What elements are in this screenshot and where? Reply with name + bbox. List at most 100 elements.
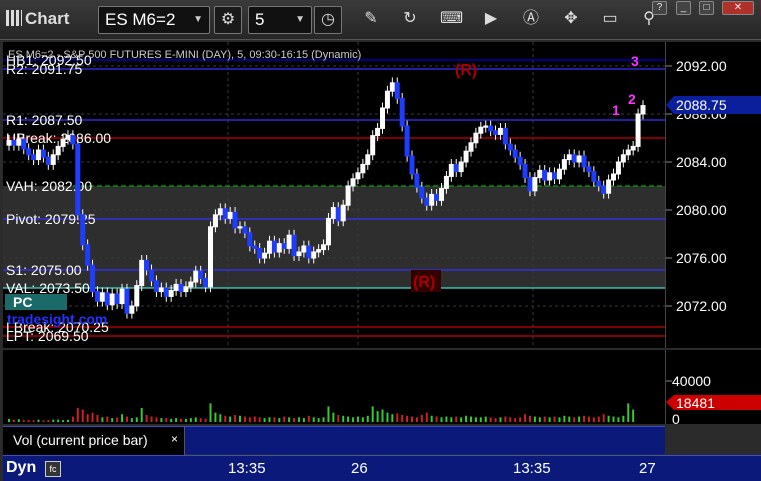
time-axis[interactable]: Dyn fc 13:35 26 13:35 27	[3, 455, 761, 481]
candle-up	[16, 138, 22, 146]
volume-axis-svg: 40000 0 18481	[666, 373, 761, 427]
candle-up	[448, 163, 454, 177]
candle-down	[232, 211, 238, 229]
alert-icon[interactable]: Ⓐ	[520, 8, 542, 30]
volume-bar	[347, 416, 350, 422]
volume-bar	[229, 416, 232, 422]
r-marker: (R)	[455, 62, 477, 79]
clock-icon: ◷	[321, 11, 335, 28]
price-axis[interactable]: 2092.002088.002084.002080.002076.002072.…	[665, 42, 761, 348]
volume-bar	[602, 414, 605, 422]
volume-bar	[248, 417, 251, 422]
volume-bar	[234, 415, 237, 422]
volume-bar	[258, 417, 261, 422]
interval-settings-button[interactable]: ⚙	[214, 6, 242, 34]
close-icon[interactable]: ×	[171, 426, 178, 452]
volume-axis[interactable]: 40000 0 18481	[665, 350, 761, 427]
candle-up	[321, 244, 327, 251]
volume-bar	[96, 415, 99, 422]
candle-up	[576, 155, 582, 163]
r-marker-2: (R)	[413, 274, 435, 291]
play-icon[interactable]: ▶	[480, 8, 502, 30]
candle-up	[497, 127, 503, 135]
volume-bar	[155, 417, 158, 422]
dyn-settings-icon[interactable]: fc	[45, 461, 61, 477]
candle-down	[153, 280, 159, 293]
candle-up	[139, 259, 145, 287]
candle-down	[45, 156, 51, 165]
pc-label: PC	[13, 294, 32, 310]
candle-down	[257, 247, 263, 259]
candle-up	[429, 193, 435, 206]
candle-up	[340, 204, 346, 222]
volume-bar	[573, 417, 576, 422]
candle-down	[424, 197, 430, 206]
volume-bar	[484, 416, 487, 422]
volume-bar	[504, 416, 507, 422]
volume-bar	[371, 406, 374, 422]
chat-icon[interactable]: ▭	[599, 8, 621, 30]
candle-down	[247, 232, 253, 247]
candle-down	[80, 214, 86, 246]
pencil-icon[interactable]: ✎	[360, 8, 382, 30]
volume-bar	[199, 418, 202, 422]
volume-chart-svg	[8, 403, 635, 422]
volume-bar	[386, 412, 389, 422]
current-price-label: 2088.75	[676, 97, 727, 113]
close-button[interactable]: ✕	[722, 1, 754, 15]
tools-icon[interactable]: ✥	[560, 8, 582, 30]
volume-bar	[111, 418, 114, 422]
candle-up	[537, 169, 543, 179]
chart-bars-icon	[6, 10, 22, 26]
volume-bar	[224, 415, 227, 422]
volume-bar	[76, 408, 79, 422]
volume-bar	[268, 417, 271, 422]
candle-down	[552, 172, 558, 180]
candle-down	[242, 226, 248, 234]
candle-down	[291, 234, 297, 257]
maximize-button[interactable]: □	[699, 1, 714, 15]
volume-bar	[302, 418, 305, 422]
volume-chart[interactable]	[3, 350, 665, 424]
candle-down	[21, 138, 27, 150]
volume-legend-bar: Vol (current price bar) ×	[3, 426, 665, 455]
candle-down	[581, 155, 587, 168]
symbol-dropdown[interactable]: ES M6=2 ▼	[98, 6, 210, 34]
volume-bar	[597, 416, 600, 422]
minimize-icon: _	[680, 2, 687, 13]
candle-down	[11, 139, 17, 146]
candle-up	[129, 305, 135, 314]
volume-bar	[62, 420, 65, 422]
help-button[interactable]: ?	[652, 1, 667, 15]
candle-up	[50, 154, 56, 165]
candle-down	[252, 245, 258, 249]
time-button[interactable]: ◷	[314, 6, 342, 34]
volume-bar	[563, 415, 566, 422]
candle-up	[183, 286, 189, 293]
volume-bar	[81, 409, 84, 422]
candle-up	[262, 252, 268, 259]
volume-legend-tab[interactable]: Vol (current price bar) ×	[3, 427, 185, 455]
candle-up	[556, 168, 562, 180]
candle-down	[335, 207, 341, 222]
help-icon: ?	[656, 2, 663, 13]
volume-bar	[415, 417, 418, 422]
chart-title: ES M6=2 - S&P 500 FUTURES E-MINI (DAY), …	[8, 49, 361, 61]
volume-bar	[332, 412, 335, 422]
candle-up	[286, 234, 292, 249]
price-chart[interactable]: HB1: 2092.50 R2: 2091.75 R1: 2087.50 UBreak…	[3, 42, 665, 348]
dyn-label: Dyn	[6, 459, 37, 476]
minimize-button[interactable]: _	[676, 1, 691, 15]
volume-bar	[204, 418, 207, 422]
volume-bar	[376, 411, 379, 422]
volume-bar	[489, 417, 492, 422]
price-tick-label: 2084.00	[676, 154, 727, 170]
candle-up	[547, 172, 553, 181]
volume-bar	[538, 417, 541, 422]
volume-bar	[17, 419, 20, 422]
candle-down	[502, 127, 508, 145]
keyboard-icon[interactable]: ⌨	[440, 8, 463, 30]
refresh-icon[interactable]: ↻	[399, 8, 421, 30]
volume-bar	[145, 415, 148, 422]
interval-dropdown[interactable]: 5 ▼	[248, 6, 312, 34]
